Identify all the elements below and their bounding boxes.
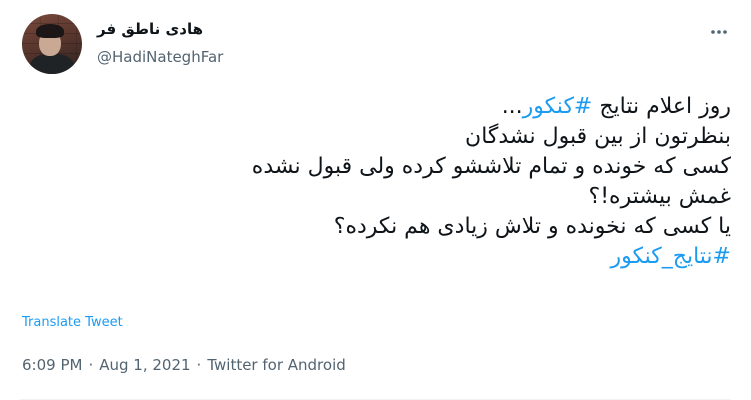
avatar[interactable] [22,14,82,74]
tweet-line-2: بنظرتون از بین قبول نشدگان [465,124,731,149]
hashtag-natayej-konkur[interactable]: #نتایج_کنکور [611,244,731,269]
tweet-line-6: #نتایج_کنکور [21,242,731,272]
tweet-line-1-suffix: ... [501,94,523,119]
tweet-line-3: کسی که خونده و تمام تلاششو کرده ولی قبول… [251,154,731,179]
more-horizontal-icon [711,30,727,34]
avatar-figure-body [30,54,74,74]
translate-tweet-link[interactable]: Translate Tweet [22,315,123,330]
tweet-line-1-prefix: روز اعلام نتایج [592,94,731,119]
meta-separator: · [196,356,202,374]
tweet-metadata: 6:09 PM · Aug 1, 2021 · Twitter for Andr… [22,356,346,374]
display-name[interactable]: هادی ناطق فر [97,20,203,38]
tweet-line-1: روز اعلام نتایج #کنکور... [21,92,731,122]
hashtag-konkur[interactable]: #کنکور [523,94,593,119]
tweet-date[interactable]: Aug 1, 2021 [99,356,190,374]
tweet-text: روز اعلام نتایج #کنکور... بنظرتون از بین… [21,92,731,272]
tweet-line-4: غمش بیشتره!؟ [588,184,731,209]
user-handle[interactable]: @HadiNateghFar [97,48,223,66]
tweet-source[interactable]: Twitter for Android [207,356,345,374]
more-options-button[interactable] [707,20,731,44]
meta-separator: · [88,356,94,374]
avatar-figure-hair [36,24,64,38]
tweet-line-5: یا کسی که نخونده و تلاش زیادی هم نکرده؟ [333,214,731,239]
tweet-time[interactable]: 6:09 PM [22,356,82,374]
